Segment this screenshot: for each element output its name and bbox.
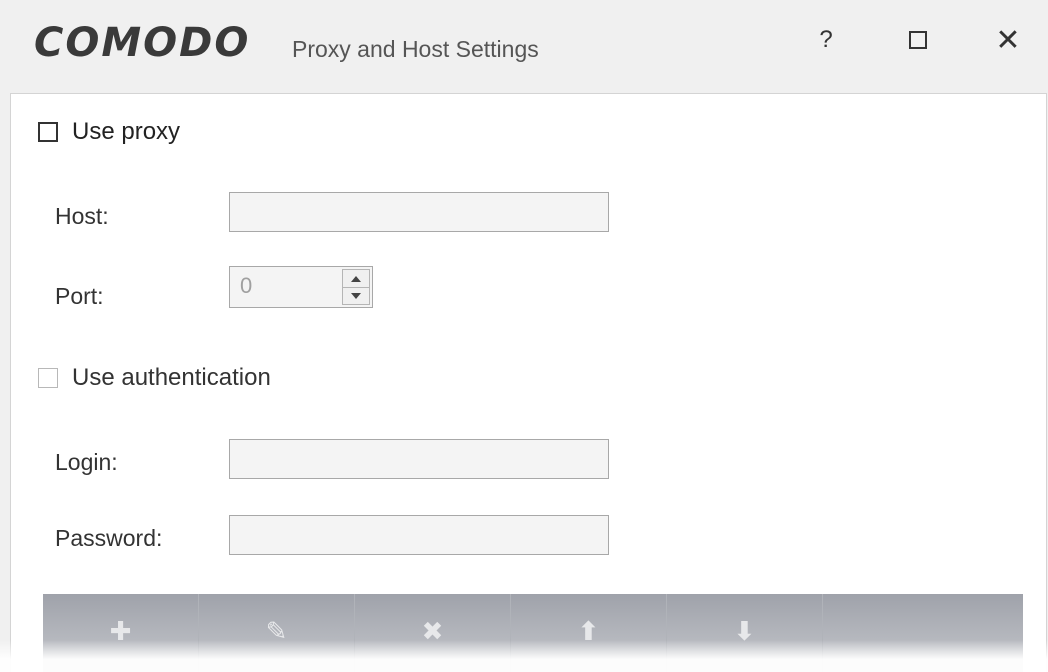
torn-edge-fade: [0, 640, 1048, 672]
settings-panel: Use proxy Host: Port: 0 Use authenticati…: [10, 93, 1047, 672]
triangle-down-icon: [351, 292, 361, 299]
proxy-settings-dialog: COMODO Proxy and Host Settings ? ✕ Use p…: [0, 0, 1048, 672]
port-label: Port:: [55, 283, 104, 309]
port-value: 0: [240, 273, 253, 298]
help-button[interactable]: ?: [804, 20, 848, 60]
dialog-title: Proxy and Host Settings: [292, 36, 539, 62]
host-label: Host:: [55, 203, 109, 229]
host-input[interactable]: [229, 192, 609, 232]
port-increment-button[interactable]: [343, 270, 369, 288]
password-label: Password:: [55, 525, 163, 551]
port-decrement-button[interactable]: [343, 287, 369, 304]
use-authentication-row[interactable]: Use authentication: [38, 364, 271, 392]
close-button[interactable]: ✕: [986, 20, 1030, 60]
title-bar[interactable]: COMODO Proxy and Host Settings ? ✕: [0, 0, 1048, 93]
login-input[interactable]: [229, 439, 609, 479]
maximize-button[interactable]: [896, 20, 940, 60]
port-spin-buttons: [342, 269, 370, 305]
port-stepper[interactable]: 0: [229, 266, 373, 308]
use-proxy-checkbox[interactable]: [38, 122, 58, 142]
comodo-logo: COMODO: [34, 20, 251, 66]
maximize-icon: [909, 31, 927, 49]
use-proxy-label: Use proxy: [72, 118, 181, 145]
use-authentication-label: Use authentication: [72, 364, 271, 391]
triangle-up-icon: [351, 275, 361, 282]
use-authentication-checkbox[interactable]: [38, 368, 58, 388]
password-input[interactable]: [229, 515, 609, 555]
login-label: Login:: [55, 449, 118, 475]
use-proxy-row[interactable]: Use proxy: [38, 118, 180, 146]
